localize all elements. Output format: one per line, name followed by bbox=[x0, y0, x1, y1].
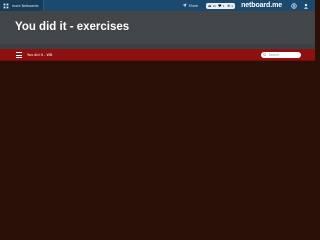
board-content-area bbox=[0, 62, 315, 210]
search-input[interactable] bbox=[268, 52, 301, 58]
views-counter: 1 bbox=[226, 3, 234, 8]
views-count: 1 bbox=[231, 3, 234, 8]
more-netboards-label: more Netboards bbox=[12, 3, 39, 8]
menu-icon[interactable] bbox=[15, 51, 23, 59]
more-netboards-button[interactable]: more Netboards bbox=[0, 0, 44, 11]
brand-logo[interactable]: netboard.me bbox=[241, 2, 282, 9]
share-label: Share bbox=[188, 3, 199, 8]
board-subtitle[interactable]: You did it - WB bbox=[27, 53, 52, 57]
stats-counters: 1k 1 1 bbox=[206, 2, 236, 9]
search-icon bbox=[263, 53, 267, 57]
board-title: You did it - exercises bbox=[15, 21, 130, 33]
user-icon[interactable] bbox=[303, 3, 309, 9]
likes-count: 1k bbox=[212, 3, 217, 8]
grid-icon bbox=[3, 3, 9, 8]
globe-icon[interactable] bbox=[291, 2, 297, 9]
board-navbar: You did it - WB bbox=[0, 49, 315, 61]
favorites-counter[interactable]: 1 bbox=[218, 3, 225, 8]
favorites-count: 1 bbox=[222, 3, 225, 8]
share-button[interactable]: Share bbox=[182, 3, 199, 8]
board-header-banner: You did it - exercises bbox=[0, 11, 315, 49]
heart-icon bbox=[218, 4, 222, 7]
eye-icon bbox=[226, 4, 231, 7]
share-icon bbox=[182, 3, 187, 8]
likes-counter[interactable]: 1k bbox=[208, 4, 216, 8]
top-bar: more Netboards Share 1k 1 1 netboard.me bbox=[0, 0, 315, 11]
thumbs-up-icon bbox=[208, 4, 212, 7]
search-box[interactable] bbox=[261, 52, 301, 58]
